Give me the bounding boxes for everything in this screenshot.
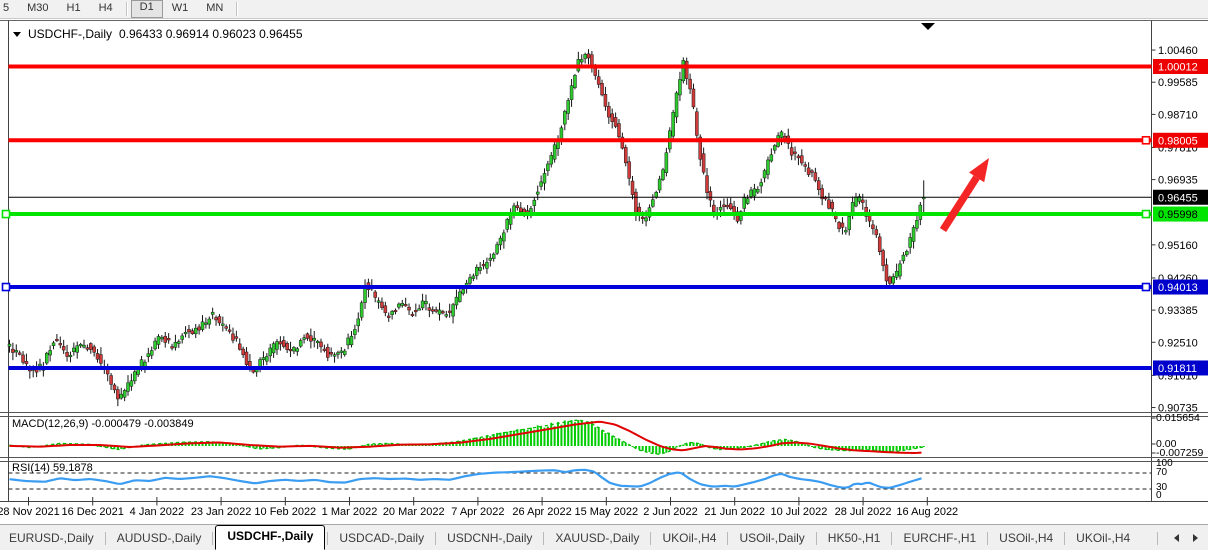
tab-separator: [105, 532, 106, 545]
svg-text:10 Feb 2022: 10 Feb 2022: [254, 506, 316, 518]
tab-usoil-daily[interactable]: USOil-,Daily: [730, 527, 813, 550]
svg-text:0.93385: 0.93385: [1158, 305, 1198, 317]
tab-ukoil-h4[interactable]: UKOil-,H4: [1067, 527, 1139, 550]
svg-text:16 Dec 2021: 16 Dec 2021: [62, 506, 124, 518]
macd-label: MACD(12,26,9) -0.000479 -0.003849: [12, 418, 194, 430]
macd-values: -0.000479 -0.003849: [91, 418, 193, 430]
tab-ukoil-h4[interactable]: UKOil-,H4: [653, 527, 725, 550]
horizontal-lines: [3, 67, 1152, 368]
svg-text:20 Mar 2022: 20 Mar 2022: [383, 506, 445, 518]
tab-separator: [891, 532, 892, 545]
tab-usoil-h4[interactable]: USOil-,H4: [990, 527, 1062, 550]
tab-separator: [727, 532, 728, 545]
hline-handle[interactable]: [1143, 284, 1150, 291]
hline-handle[interactable]: [3, 211, 10, 218]
tab-separator: [650, 532, 651, 545]
tab-eurchf-h1[interactable]: EURCHF-,H1: [894, 527, 985, 550]
tab-scroll-controls: [1155, 532, 1208, 545]
svg-text:21 Jun 2022: 21 Jun 2022: [704, 506, 765, 518]
tab-separator: [1064, 532, 1065, 545]
tab-separator: [816, 532, 817, 545]
tab-separator: [1157, 532, 1158, 545]
timeframe-button-m30[interactable]: M30: [18, 1, 57, 17]
mt4-chart-window: 1.004600.995850.987100.978100.969350.951…: [0, 0, 1208, 550]
svg-text:1.00460: 1.00460: [1158, 45, 1198, 57]
symbol-name: USDCHF-,Daily: [28, 27, 112, 41]
svg-text:0.96935: 0.96935: [1158, 175, 1198, 187]
timeframe-button-h4[interactable]: H4: [90, 1, 122, 17]
svg-text:1.00012: 1.00012: [1158, 62, 1198, 74]
svg-text:16 Aug 2022: 16 Aug 2022: [896, 506, 958, 518]
bar-position-marker-icon: [921, 23, 935, 30]
svg-text:0: 0: [1156, 490, 1162, 501]
rsi-label: RSI(14) 59.1878: [12, 462, 93, 474]
tab-usdcad-daily[interactable]: USDCAD-,Daily: [330, 527, 433, 550]
timeframe-button-mn[interactable]: MN: [197, 1, 232, 17]
tab-xauusd-daily[interactable]: XAUUSD-,Daily: [546, 527, 648, 550]
svg-text:0.95160: 0.95160: [1158, 240, 1198, 252]
svg-text:0.91811: 0.91811: [1158, 363, 1197, 375]
tab-separator: [435, 532, 436, 545]
svg-text:28 Jul 2022: 28 Jul 2022: [835, 506, 892, 518]
svg-text:10 Jul 2022: 10 Jul 2022: [770, 506, 827, 518]
svg-text:0.95998: 0.95998: [1158, 209, 1198, 221]
timeframe-button-5[interactable]: 5: [0, 1, 18, 17]
tab-usdcnh-daily[interactable]: USDCNH-,Daily: [438, 527, 541, 550]
svg-text:0.96455: 0.96455: [1158, 192, 1198, 204]
symbol-dropdown-icon[interactable]: [13, 32, 21, 37]
svg-text:26 Apr 2022: 26 Apr 2022: [512, 506, 571, 518]
svg-text:0.99585: 0.99585: [1158, 77, 1198, 89]
tab-separator: [327, 532, 328, 545]
svg-text:0.015654: 0.015654: [1156, 412, 1200, 424]
toolbar-separator: [236, 2, 237, 16]
svg-text:4 Jan 2022: 4 Jan 2022: [130, 506, 184, 518]
tab-separator: [212, 532, 213, 545]
date-axis: 28 Nov 202116 Dec 2021 4 Jan 2022 23 Jan 2…: [0, 497, 958, 518]
tab-hk50-h1[interactable]: HK50-,H1: [819, 527, 890, 550]
svg-text:70: 70: [1156, 467, 1168, 478]
chart-title: USDCHF-,Daily 0.96433 0.96914 0.96023 0.…: [13, 27, 303, 41]
svg-text:0.94013: 0.94013: [1158, 282, 1198, 294]
candlestick-series: [8, 49, 925, 406]
chart-canvas: 1.004600.995850.987100.978100.969350.951…: [0, 0, 1208, 550]
svg-text:1 Mar 2022: 1 Mar 2022: [322, 506, 378, 518]
svg-text:0.98710: 0.98710: [1158, 109, 1198, 121]
hline-handle[interactable]: [3, 284, 10, 291]
tab-separator: [987, 532, 988, 545]
tab-audusd-daily[interactable]: AUDUSD-,Daily: [108, 527, 211, 550]
rsi-indicator: 10070300: [9, 458, 1174, 501]
tab-separator: [543, 532, 544, 545]
macd-name: MACD(12,26,9): [12, 418, 88, 430]
timeframe-toolbar: 5M30H1H4 D1W1MN: [0, 0, 1208, 19]
timeframe-button-w1[interactable]: W1: [163, 1, 198, 17]
hline-handle[interactable]: [1143, 137, 1150, 144]
hline-handle[interactable]: [1143, 211, 1150, 218]
timeframe-button-h1[interactable]: H1: [58, 1, 90, 17]
tab-scroll-right-icon[interactable]: [1193, 534, 1198, 542]
svg-text:23 Jan 2022: 23 Jan 2022: [191, 506, 252, 518]
symbol-tab-bar: EURUSD-,DailyAUDUSD-,DailyUSDCHF-,DailyU…: [0, 524, 1208, 550]
trend-arrow-annotation[interactable]: [943, 158, 989, 230]
rsi-value: 59.1878: [53, 462, 93, 474]
svg-text:15 May 2022: 15 May 2022: [574, 506, 638, 518]
svg-text:7 Apr 2022: 7 Apr 2022: [451, 506, 504, 518]
svg-text:28 Nov 2021: 28 Nov 2021: [0, 506, 60, 518]
tab-eurusd-daily[interactable]: EURUSD-,Daily: [0, 527, 103, 550]
price-axis: 1.004600.995850.987100.978100.969350.951…: [1152, 45, 1208, 414]
svg-text:0.98005: 0.98005: [1158, 135, 1198, 147]
tab-scroll-left-icon[interactable]: [1174, 534, 1179, 542]
svg-text:0.92510: 0.92510: [1158, 337, 1198, 349]
timeframe-button-d1[interactable]: D1: [131, 0, 163, 18]
toolbar-separator: [126, 2, 127, 16]
ohlc-values: 0.96433 0.96914 0.96023 0.96455: [119, 27, 303, 41]
svg-text:2 Jun 2022: 2 Jun 2022: [643, 506, 697, 518]
rsi-name: RSI(14): [12, 462, 50, 474]
tab-usdchf-daily[interactable]: USDCHF-,Daily: [215, 525, 325, 550]
